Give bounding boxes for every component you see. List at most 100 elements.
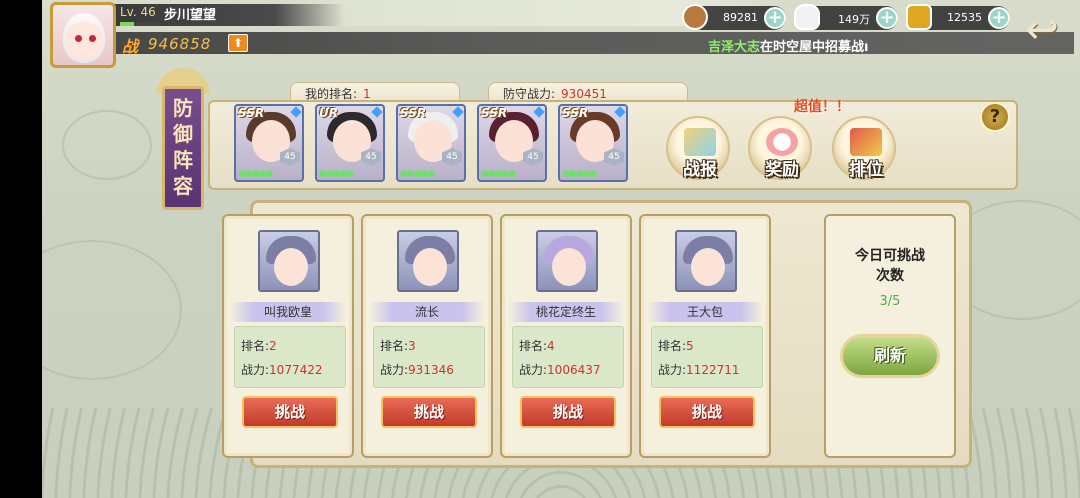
power-value: 1006437 xyxy=(547,363,601,377)
resource-gold-value: 12535 xyxy=(947,11,982,24)
ranking-label: 排位 xyxy=(849,160,883,180)
challenge-count-title: 今日可挑战 次数 xyxy=(826,246,954,286)
rank-value: 4 xyxy=(547,339,555,353)
opponent-face xyxy=(691,248,725,286)
opponent-rank-row: 排名:5 xyxy=(658,337,694,354)
lucky-cat-icon xyxy=(766,128,798,156)
gem-icon xyxy=(533,106,545,118)
opponent-info: 排名:3 战力:931346 xyxy=(373,326,485,388)
opponent-portrait[interactable] xyxy=(536,230,598,292)
opponent-info: 排名:2 战力:1077422 xyxy=(234,326,346,388)
hero-rarity-badge: UR xyxy=(319,106,338,120)
challenge-button[interactable]: 挑战 xyxy=(520,396,616,428)
defense-power-value: 930451 xyxy=(561,87,607,101)
opponent-power-row: 战力:931346 xyxy=(380,361,454,378)
my-rank-tab: 我的排名: 1 xyxy=(290,82,460,102)
ranking-button[interactable]: 排位 xyxy=(832,116,896,180)
opponent-portrait[interactable] xyxy=(397,230,459,292)
hero-stars: ●●●●● xyxy=(400,169,435,179)
battle-report-label: 战报 xyxy=(683,160,717,180)
defense-lineup-label: 防御阵容 xyxy=(173,96,193,198)
rank-label: 排名: xyxy=(658,339,687,353)
defense-hero-slot[interactable]: SSR 45 ●●●●● xyxy=(477,104,547,182)
opponent-face xyxy=(552,248,586,286)
defense-hero-slot[interactable]: SSR 45 ●●●●● xyxy=(558,104,628,182)
opponent-name: 桃花定终生 xyxy=(508,302,624,322)
power-up-button[interactable]: ⬆ xyxy=(228,34,248,52)
power-label: 战力: xyxy=(658,363,687,377)
add-rice-button[interactable]: + xyxy=(876,7,898,29)
hero-rarity-badge: SSR xyxy=(562,106,589,120)
cloud-decoration xyxy=(42,240,182,380)
opponent-card: 王大包排名:5 战力:1122711 挑战 xyxy=(639,214,771,458)
power-label: 战力: xyxy=(241,363,270,377)
scroll-icon xyxy=(684,128,716,156)
opponent-power-row: 战力:1077422 xyxy=(241,361,323,378)
opponent-card: 流长排名:3 战力:931346 挑战 xyxy=(361,214,493,458)
broadcast-ticker: 吉泽大志在时空屋中招募战ı xyxy=(708,36,868,55)
challenge-button[interactable]: 挑战 xyxy=(381,396,477,428)
opponent-face xyxy=(413,248,447,286)
rank-label: 排名: xyxy=(380,339,409,353)
super-value-label: 超值！！ xyxy=(794,99,850,115)
reward-button[interactable]: 奖励 xyxy=(748,116,812,180)
exp-fill xyxy=(120,22,134,26)
player-level: Lv. 46 xyxy=(120,5,156,19)
player-avatar[interactable] xyxy=(50,2,116,68)
rank-label: 排名: xyxy=(519,339,548,353)
resource-coin-value: 89281 xyxy=(723,11,758,24)
power-label: 战力: xyxy=(519,363,548,377)
challenge-count-title-line1: 今日可挑战 xyxy=(855,248,925,264)
refresh-button[interactable]: 刷新 xyxy=(840,334,940,378)
challenge-button[interactable]: 挑战 xyxy=(659,396,755,428)
opponent-rank-row: 排名:4 xyxy=(519,337,555,354)
defense-hero-slot[interactable]: UR 45 ●●●●● xyxy=(315,104,385,182)
hero-rarity-badge: SSR xyxy=(238,106,265,120)
cloud-decoration xyxy=(62,110,152,180)
power-value: 1122711 xyxy=(686,363,740,377)
power-strip xyxy=(114,32,1074,54)
my-rank-label: 我的排名: xyxy=(305,87,358,101)
rice-ball-icon xyxy=(794,4,820,30)
opponent-card: 桃花定终生排名:4 战力:1006437 挑战 xyxy=(500,214,632,458)
coin-icon xyxy=(682,4,708,30)
rank-label: 排名: xyxy=(241,339,270,353)
hero-stars: ●●●●● xyxy=(481,169,516,179)
avatar-eye xyxy=(89,35,96,42)
battle-report-button[interactable]: 战报 xyxy=(666,116,730,180)
challenge-button[interactable]: 挑战 xyxy=(242,396,338,428)
power-icon: 战 xyxy=(122,37,139,56)
opponent-name: 王大包 xyxy=(647,302,763,322)
opponent-name: 流长 xyxy=(369,302,485,322)
defense-hero-slot[interactable]: SSR 45 ●●●●● xyxy=(234,104,304,182)
opponent-portrait[interactable] xyxy=(258,230,320,292)
challenge-count-title-line2: 次数 xyxy=(876,268,904,284)
back-arrow-icon[interactable]: ↩ xyxy=(1016,10,1068,52)
rank-value: 5 xyxy=(686,339,694,353)
challenge-count-card: 今日可挑战 次数 3/5 刷新 xyxy=(824,214,956,458)
rank-value: 3 xyxy=(408,339,416,353)
defense-hero-slot[interactable]: SSR 45 ●●●●● xyxy=(396,104,466,182)
opponent-power-row: 战力:1006437 xyxy=(519,361,601,378)
hero-rarity-badge: SSR xyxy=(481,106,508,120)
hero-stars: ●●●●● xyxy=(319,169,354,179)
add-gold-button[interactable]: + xyxy=(988,7,1010,29)
challenge-count-value: 3/5 xyxy=(879,294,901,309)
ticker-text: 在时空屋中招募战ı xyxy=(760,40,869,55)
player-name: 步川望望 xyxy=(164,8,217,23)
opponent-info: 排名:4 战力:1006437 xyxy=(512,326,624,388)
ranking-tickets-icon xyxy=(850,128,882,156)
defense-power-tab: 防守战力: 930451 xyxy=(488,82,688,102)
rank-value: 2 xyxy=(269,339,277,353)
opponent-portrait[interactable] xyxy=(675,230,737,292)
help-icon[interactable]: ? xyxy=(980,102,1010,132)
defense-power-label: 防守战力: xyxy=(503,87,556,101)
hero-rarity-badge: SSR xyxy=(400,106,427,120)
resource-rice-value: 149万 xyxy=(838,13,870,26)
hero-stars: ●●●●● xyxy=(562,169,597,179)
gold-bar-icon xyxy=(906,4,932,30)
reward-label: 奖励 xyxy=(765,160,799,180)
opponent-face xyxy=(274,248,308,286)
hero-stars: ●●●●● xyxy=(238,169,273,179)
add-coin-button[interactable]: + xyxy=(764,7,786,29)
